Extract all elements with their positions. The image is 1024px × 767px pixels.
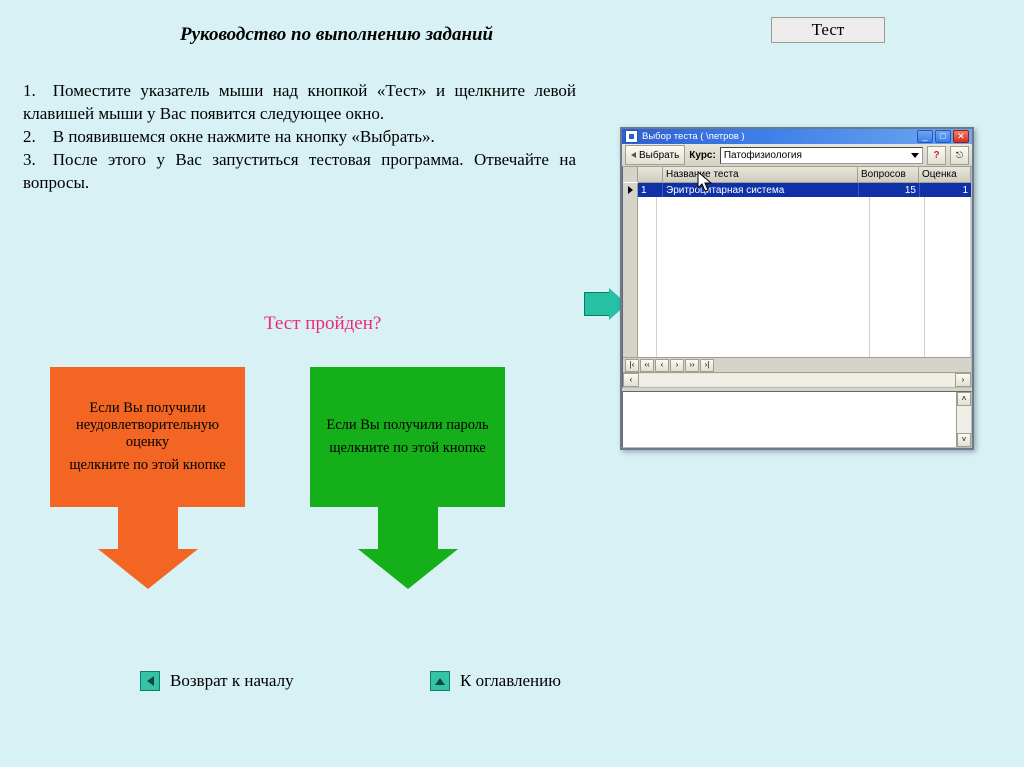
test-grid: Название теста Вопросов Оценка 1 Эритроц…: [622, 167, 972, 388]
test-passed-question: Тест пройден?: [264, 313, 381, 335]
nav-first-icon[interactable]: |‹: [625, 359, 639, 372]
nav-prev-page-icon[interactable]: ‹‹: [640, 359, 654, 372]
instructions-text: 1. Поместите указатель мыши над кнопкой …: [23, 80, 576, 195]
test-row[interactable]: 1 Эритроцитарная система 15 1: [638, 183, 971, 197]
nav-prev-icon[interactable]: ‹: [655, 359, 669, 372]
nav-back-to-start[interactable]: Возврат к началу: [140, 671, 294, 691]
row-name: Эритроцитарная система: [663, 183, 859, 197]
window-title: Выбор теста ( \петров ): [642, 131, 915, 142]
arrow-fail-button[interactable]: Если Вы получили неудовлетворительную оц…: [50, 367, 245, 589]
instruction-step-3: 3. После этого у Вас запуститься тестова…: [23, 149, 576, 195]
row-score: 1: [920, 183, 971, 197]
arrow-pass-line2: щелкните по этой кнопке: [329, 440, 485, 457]
minimize-button[interactable]: _: [917, 130, 933, 143]
course-label: Курс:: [689, 150, 716, 161]
arrow-fail-line1: Если Вы получили неудовлетворительную оц…: [58, 400, 237, 451]
details-pane: ˄ ˅: [622, 391, 972, 448]
nav-next-page-icon[interactable]: ››: [685, 359, 699, 372]
course-value: Патофизиология: [724, 150, 802, 161]
scroll-down-icon[interactable]: ˅: [957, 433, 971, 447]
grid-header-score[interactable]: Оценка: [919, 167, 971, 182]
nav-back-label: Возврат к началу: [170, 671, 294, 691]
test-button[interactable]: Тест: [771, 17, 885, 43]
course-select[interactable]: Патофизиология: [720, 147, 923, 164]
instruction-step-1: 1. Поместите указатель мыши над кнопкой …: [23, 80, 576, 126]
scroll-up-icon[interactable]: ˄: [957, 392, 971, 406]
grid-header-name[interactable]: Название теста: [663, 167, 858, 182]
arrow-pass-line1: Если Вы получили пароль: [326, 417, 488, 434]
arrow-fail-line2: щелкните по этой кнопке: [69, 457, 225, 474]
row-pointer-icon: [623, 183, 638, 197]
record-nav-bar: |‹ ‹‹ ‹ › ›› ›|: [623, 357, 971, 372]
nav-last-icon[interactable]: ›|: [700, 359, 714, 372]
horizontal-scrollbar[interactable]: ‹ ›: [623, 372, 971, 387]
row-questions: 15: [859, 183, 920, 197]
close-button[interactable]: ✕: [953, 130, 969, 143]
instruction-step-2: 2. В появившемся окне нажмите на кнопку …: [23, 126, 576, 149]
window-toolbar: Выбрать Курс: Патофизиология ? ⎋: [622, 144, 972, 167]
nav-toc-label: К оглавлению: [460, 671, 561, 691]
toolbar-help-icon[interactable]: ?: [927, 146, 946, 165]
nav-to-contents[interactable]: К оглавлению: [430, 671, 561, 691]
chevron-down-icon: [911, 153, 919, 158]
nav-next-icon[interactable]: ›: [670, 359, 684, 372]
grid-header-questions[interactable]: Вопросов: [858, 167, 919, 182]
test-selection-window: Выбор теста ( \петров ) _ □ ✕ Выбрать Ку…: [620, 127, 974, 450]
page-title: Руководство по выполнению заданий: [180, 24, 493, 46]
window-titlebar[interactable]: Выбор теста ( \петров ) _ □ ✕: [622, 129, 972, 144]
triangle-up-icon: [430, 671, 450, 691]
scroll-left-icon[interactable]: ‹: [623, 373, 639, 387]
row-num: 1: [638, 183, 663, 197]
arrow-pass-button[interactable]: Если Вы получили пароль щелкните по этой…: [310, 367, 505, 589]
choose-button[interactable]: Выбрать: [625, 145, 685, 165]
back-icon: [631, 152, 636, 158]
vertical-scrollbar[interactable]: ˄ ˅: [956, 392, 971, 447]
triangle-left-icon: [140, 671, 160, 691]
scroll-right-icon[interactable]: ›: [955, 373, 971, 387]
choose-button-label: Выбрать: [639, 150, 679, 161]
maximize-button[interactable]: □: [935, 130, 951, 143]
toolbar-exit-icon[interactable]: ⎋: [950, 146, 969, 165]
grid-header-num[interactable]: [638, 167, 663, 182]
